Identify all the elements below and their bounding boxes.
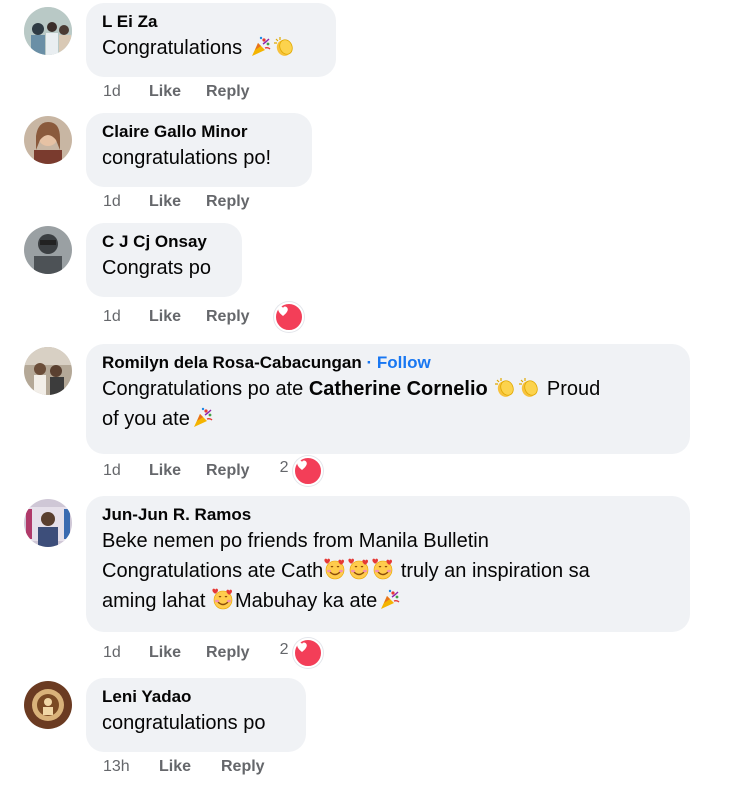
comment-timestamp[interactable]: 1d xyxy=(103,83,149,101)
comment-text-part: of you ate xyxy=(102,408,190,430)
follow-button[interactable]: · Follow xyxy=(367,353,431,372)
avatar[interactable] xyxy=(24,499,72,547)
comment-bubble: L Ei Za Congratulations xyxy=(86,3,336,77)
comment-author[interactable]: C J Cj Onsay xyxy=(102,231,226,253)
reaction-summary[interactable]: 2 xyxy=(280,456,323,486)
smiling-face-with-hearts-icon xyxy=(324,558,345,580)
comment-author: Romilyn dela Rosa-Cabacungan · Follow xyxy=(102,352,674,374)
like-button[interactable]: Like xyxy=(149,644,206,662)
party-popper-icon xyxy=(380,589,400,610)
reply-button[interactable]: Reply xyxy=(206,644,250,662)
party-popper-icon xyxy=(193,407,213,428)
avatar[interactable] xyxy=(24,347,72,395)
reply-button[interactable]: Reply xyxy=(206,308,250,326)
comment-text-part: Proud xyxy=(546,378,601,400)
clapping-hands-icon xyxy=(518,377,541,398)
smiling-face-with-hearts-icon xyxy=(372,558,393,580)
comment-timestamp[interactable]: 1d xyxy=(103,308,149,326)
comment-text-part: Congratulations ate Cath xyxy=(102,560,324,582)
comment-text: congratulations po! xyxy=(102,147,272,169)
comment-text: Beke nemen po friends from Manila Bullet… xyxy=(102,526,674,616)
comment-timestamp[interactable]: 1d xyxy=(103,193,149,211)
like-button[interactable]: Like xyxy=(149,462,206,480)
avatar-photo-icon xyxy=(24,7,72,55)
comment-bubble: Romilyn dela Rosa-Cabacungan · Follow Co… xyxy=(86,344,690,454)
comment-author-name[interactable]: Romilyn dela Rosa-Cabacungan xyxy=(102,353,362,372)
avatar-photo-icon xyxy=(24,116,72,164)
reaction-count: 2 xyxy=(279,641,289,658)
comment-text: Congrats po xyxy=(102,257,211,279)
heart-reaction-icon xyxy=(292,456,323,486)
comment-actions: 13h Like Reply xyxy=(103,755,265,779)
comment-text-part: Mabuhay ka ate xyxy=(234,590,378,612)
clapping-hands-icon xyxy=(273,36,295,57)
comment-text: Congratulations po ate Catherine Corneli… xyxy=(102,374,674,434)
avatar-photo-icon xyxy=(24,499,72,547)
reaction-summary[interactable]: 2 xyxy=(280,638,323,668)
party-popper-icon xyxy=(250,36,271,57)
heart-reaction-icon xyxy=(273,302,304,332)
comment-timestamp[interactable]: 1d xyxy=(103,462,149,480)
avatar[interactable] xyxy=(24,681,72,729)
comment-author[interactable]: Jun-Jun R. Ramos xyxy=(102,504,674,526)
like-button[interactable]: Like xyxy=(149,193,206,211)
like-button[interactable]: Like xyxy=(149,308,206,326)
avatar[interactable] xyxy=(24,7,72,55)
comment-author[interactable]: L Ei Za xyxy=(102,11,320,33)
comment-author[interactable]: Leni Yadao xyxy=(102,686,290,708)
comment-actions: 1d Like Reply 2 xyxy=(103,638,323,668)
mention-link[interactable]: Catherine Cornelio xyxy=(309,378,488,400)
comment-actions: 1d Like Reply xyxy=(103,302,304,332)
reply-button[interactable]: Reply xyxy=(206,193,250,211)
comment-text-content: Congratulations xyxy=(102,37,243,59)
reply-button[interactable]: Reply xyxy=(206,462,250,480)
avatar-photo-icon xyxy=(24,347,72,395)
reply-button[interactable]: Reply xyxy=(221,758,265,776)
avatar-photo-icon xyxy=(24,226,72,274)
reaction-count: 2 xyxy=(279,459,289,476)
comment-bubble: Leni Yadao congratulations po xyxy=(86,678,306,752)
avatar[interactable] xyxy=(24,116,72,164)
comment-text-part: Congratulations po ate xyxy=(102,378,304,400)
avatar-photo-icon xyxy=(24,681,72,729)
comment-actions: 1d Like Reply 2 xyxy=(103,456,323,486)
avatar[interactable] xyxy=(24,226,72,274)
comment-text-part: aming lahat xyxy=(102,590,206,612)
clapping-hands-icon xyxy=(494,377,517,398)
comment-bubble: Claire Gallo Minor congratulations po! xyxy=(86,113,312,187)
comment-text: congratulations po xyxy=(102,712,266,734)
like-button[interactable]: Like xyxy=(149,83,206,101)
like-button[interactable]: Like xyxy=(159,758,221,776)
comment-bubble: C J Cj Onsay Congrats po xyxy=(86,223,242,297)
comment-actions: 1d Like Reply xyxy=(103,80,250,104)
comment-text: Congratulations xyxy=(102,33,320,63)
comment-text-part: truly an inspiration sa xyxy=(400,560,590,582)
heart-reaction-icon xyxy=(292,638,323,668)
comment-text-part: Beke nemen po friends from Manila Bullet… xyxy=(102,530,489,552)
comment-timestamp[interactable]: 1d xyxy=(103,644,149,662)
smiling-face-with-hearts-icon xyxy=(348,558,369,580)
reaction-summary[interactable] xyxy=(273,302,304,332)
comment-author[interactable]: Claire Gallo Minor xyxy=(102,121,296,143)
comment-actions: 1d Like Reply xyxy=(103,190,250,214)
comment-timestamp[interactable]: 13h xyxy=(103,758,159,776)
reply-button[interactable]: Reply xyxy=(206,83,250,101)
comment-bubble: Jun-Jun R. Ramos Beke nemen po friends f… xyxy=(86,496,690,632)
smiling-face-with-hearts-icon xyxy=(211,588,233,610)
